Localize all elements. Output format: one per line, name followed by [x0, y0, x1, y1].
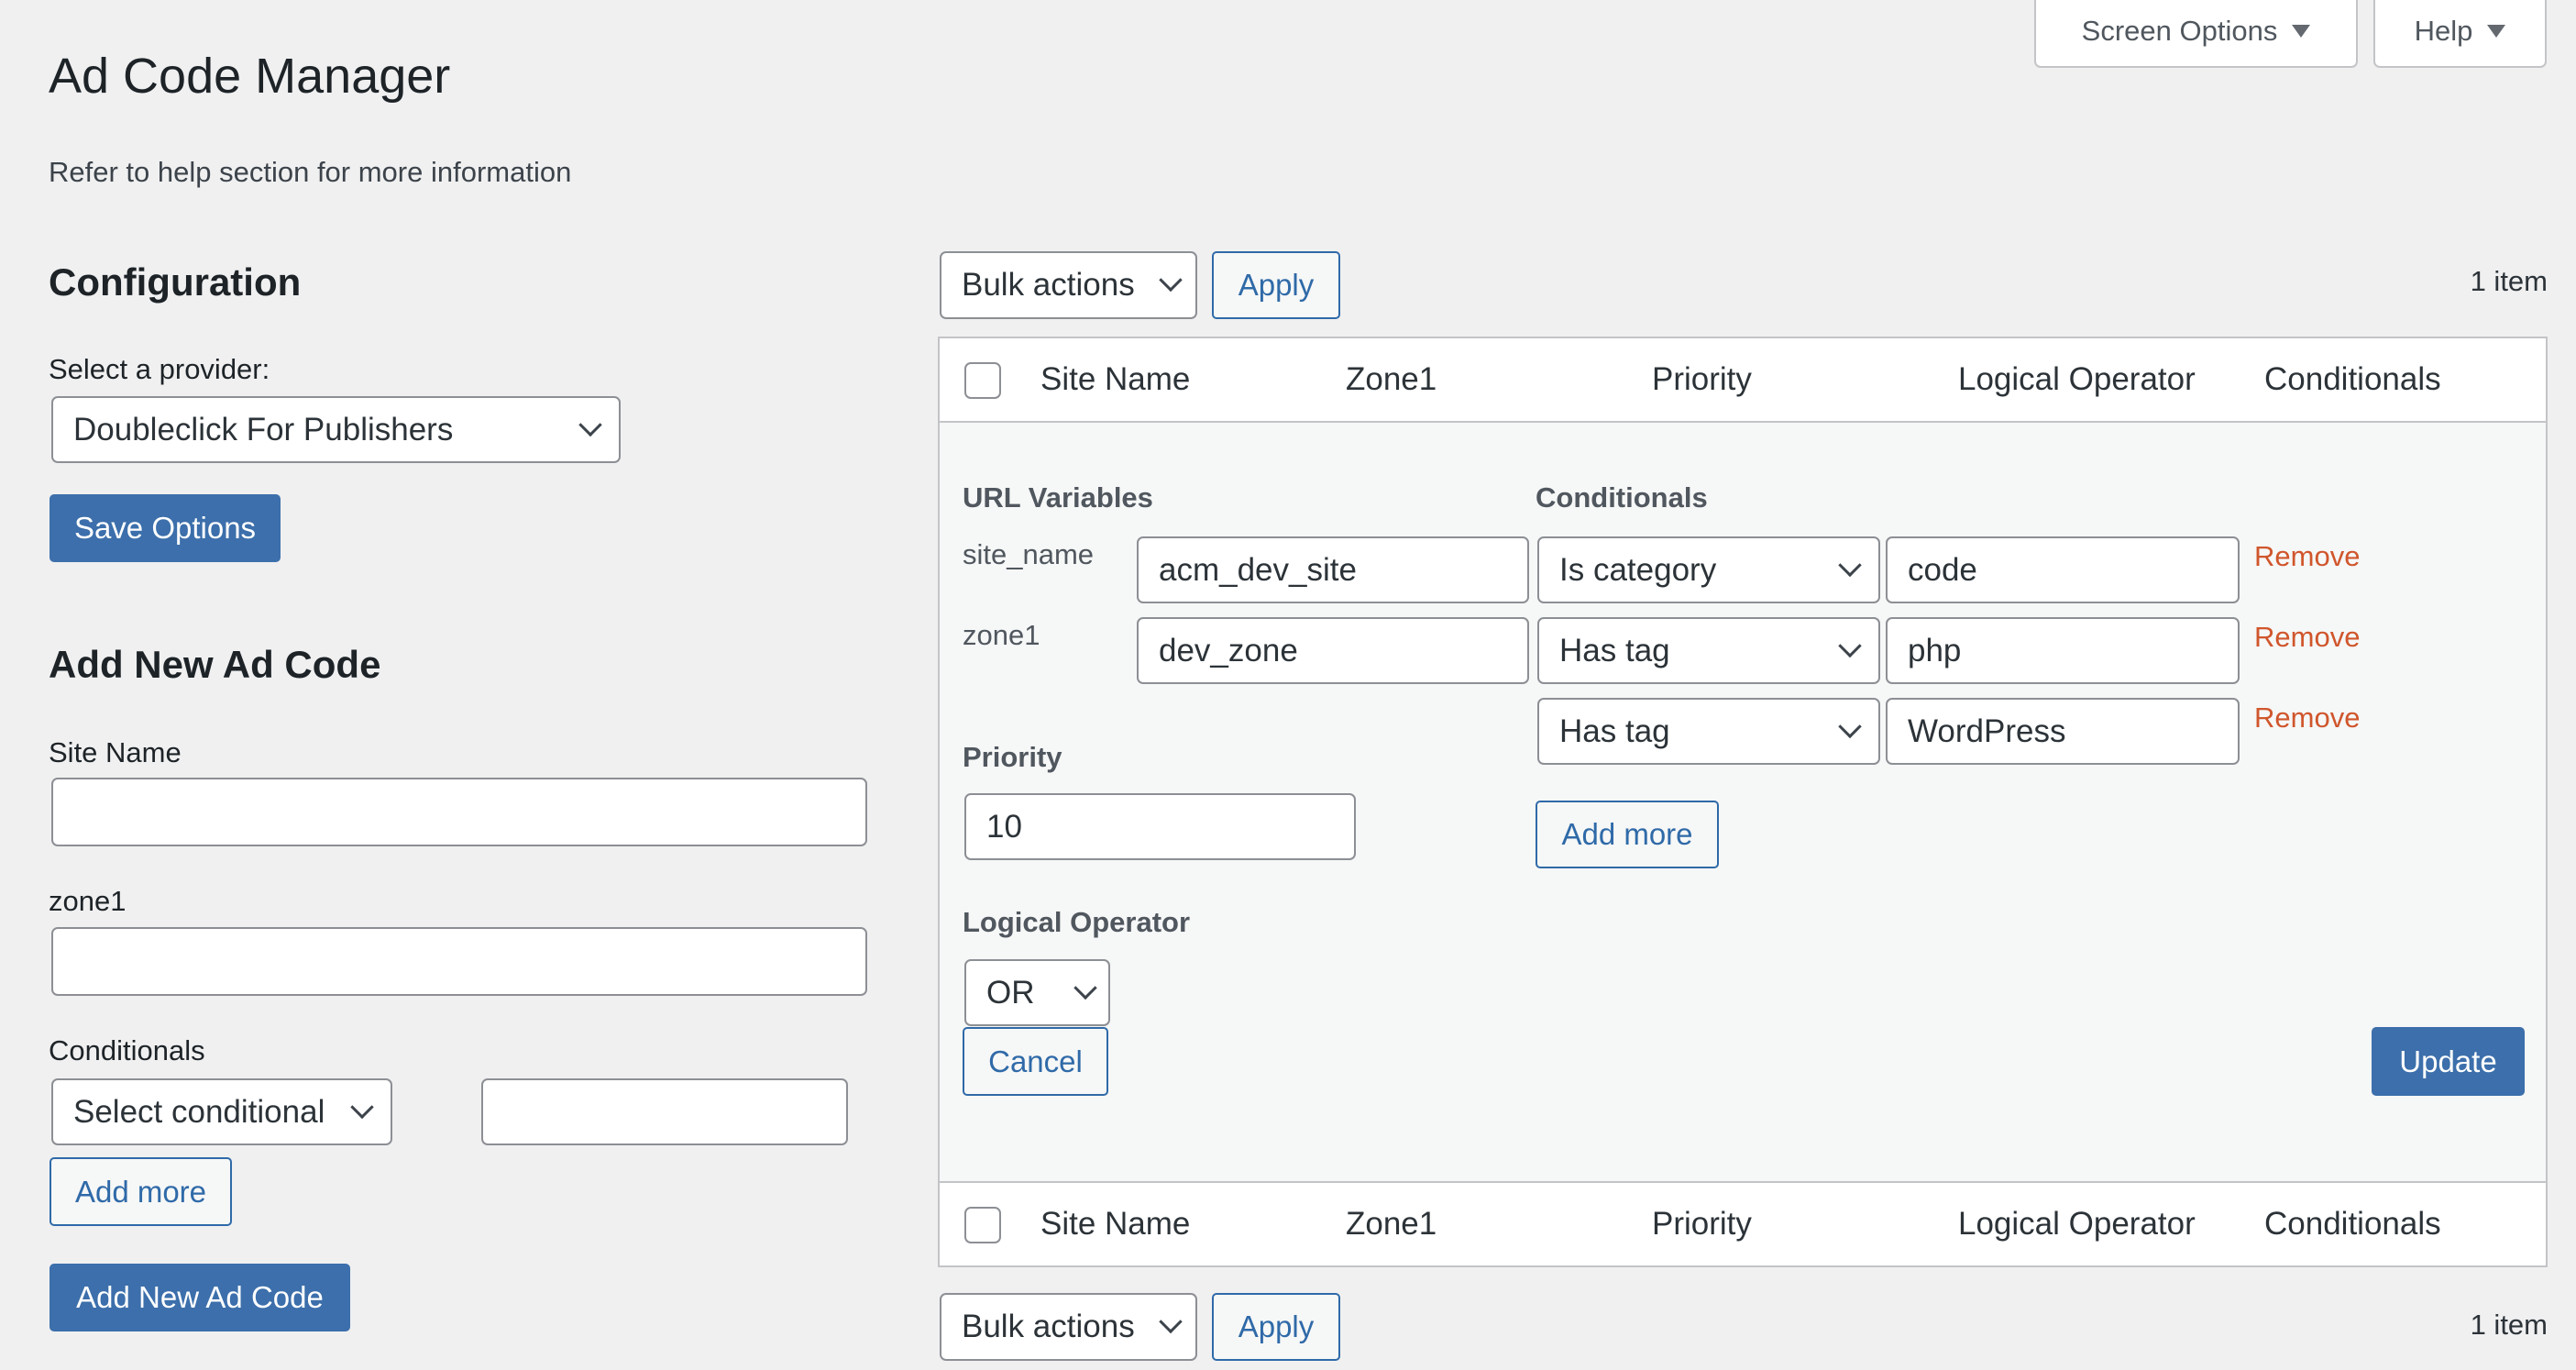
chevron-down-icon: [1838, 553, 1862, 577]
help-label: Help: [2414, 15, 2473, 47]
bulk-actions-value: Bulk actions: [962, 267, 1135, 303]
url-variable-label: site_name: [963, 538, 1095, 570]
url-variables-heading: URL Variables: [963, 481, 1153, 514]
configuration-heading: Configuration: [49, 260, 302, 304]
column-logical-operator[interactable]: Logical Operator: [1958, 338, 2196, 421]
inline-edit-row: URL Variables site_name acm_dev_site zon…: [940, 423, 2546, 1183]
conditional-select[interactable]: Select conditional: [51, 1078, 392, 1145]
conditional-function-value: Is category: [1559, 551, 1717, 588]
logical-operator-select[interactable]: OR: [964, 959, 1110, 1026]
provider-select[interactable]: Doubleclick For Publishers: [51, 396, 621, 463]
chevron-down-icon: [350, 1095, 374, 1119]
column-site-name[interactable]: Site Name: [1040, 338, 1190, 421]
page-description: Refer to help section for more informati…: [49, 156, 572, 188]
priority-input[interactable]: 10: [964, 793, 1356, 860]
conditional-argument-input[interactable]: WordPress: [1886, 698, 2240, 765]
provider-select-value: Doubleclick For Publishers: [73, 411, 454, 447]
zone1-edit-input[interactable]: dev_zone: [1137, 617, 1529, 684]
triangle-down-icon: [2487, 25, 2506, 38]
chevron-down-icon: [1838, 714, 1862, 738]
help-button[interactable]: Help: [2373, 0, 2547, 68]
site-name-input[interactable]: [51, 778, 867, 846]
column-logical-operator[interactable]: Logical Operator: [1958, 1183, 2196, 1265]
zone1-input[interactable]: [51, 927, 867, 996]
column-zone1[interactable]: Zone1: [1346, 338, 1437, 421]
conditional-function-select[interactable]: Has tag: [1537, 698, 1880, 765]
item-count-top: 1 item: [2470, 265, 2548, 297]
column-conditionals[interactable]: Conditionals: [2264, 338, 2441, 421]
conditional-argument-input[interactable]: code: [1886, 536, 2240, 603]
screen-options-button[interactable]: Screen Options: [2034, 0, 2358, 68]
chevron-down-icon: [1159, 268, 1183, 293]
conditional-function-value: Has tag: [1559, 632, 1670, 668]
apply-button-bottom[interactable]: Apply: [1212, 1293, 1340, 1361]
column-priority[interactable]: Priority: [1652, 1183, 1752, 1265]
site-name-edit-input[interactable]: acm_dev_site: [1137, 536, 1529, 603]
conditionals-label: Conditionals: [49, 1034, 205, 1066]
select-all-checkbox-top[interactable]: [964, 362, 1001, 399]
conditional-function-select[interactable]: Has tag: [1537, 617, 1880, 684]
save-options-button[interactable]: Save Options: [50, 494, 281, 562]
column-priority[interactable]: Priority: [1652, 338, 1752, 421]
zone1-label: zone1: [49, 885, 127, 917]
logical-operator-value: OR: [986, 974, 1035, 1011]
chevron-down-icon: [578, 413, 602, 436]
table-footer: Site Name Zone1 Priority Logical Operato…: [940, 1181, 2546, 1265]
add-more-conditional-edit-button[interactable]: Add more: [1536, 801, 1719, 868]
remove-conditional-link[interactable]: Remove: [2254, 540, 2360, 573]
url-variable-label: zone1: [963, 619, 1040, 651]
priority-heading: Priority: [963, 741, 1062, 773]
conditional-select-value: Select conditional: [73, 1093, 325, 1130]
apply-button-top[interactable]: Apply: [1212, 251, 1340, 319]
provider-label: Select a provider:: [49, 353, 270, 385]
page-title: Ad Code Manager: [49, 49, 451, 104]
remove-conditional-link[interactable]: Remove: [2254, 621, 2360, 654]
conditional-function-select[interactable]: Is category: [1537, 536, 1880, 603]
bulk-actions-value: Bulk actions: [962, 1309, 1135, 1344]
add-more-conditional-button[interactable]: Add more: [50, 1157, 232, 1226]
logical-operator-heading: Logical Operator: [963, 906, 1191, 938]
chevron-down-icon: [1073, 976, 1097, 1000]
remove-conditional-link[interactable]: Remove: [2254, 702, 2360, 735]
column-conditionals[interactable]: Conditionals: [2264, 1183, 2441, 1265]
chevron-down-icon: [1159, 1309, 1183, 1334]
table-header: Site Name Zone1 Priority Logical Operato…: [940, 338, 2546, 423]
ad-codes-table: Site Name Zone1 Priority Logical Operato…: [938, 337, 2548, 1267]
column-zone1[interactable]: Zone1: [1346, 1183, 1437, 1265]
bulk-actions-select-top[interactable]: Bulk actions: [940, 251, 1197, 319]
conditional-argument-input[interactable]: php: [1886, 617, 2240, 684]
update-button[interactable]: Update: [2372, 1027, 2525, 1096]
add-new-ad-code-button[interactable]: Add New Ad Code: [50, 1264, 350, 1331]
screen-options-label: Screen Options: [2081, 15, 2278, 47]
column-site-name[interactable]: Site Name: [1040, 1183, 1190, 1265]
select-all-checkbox-bottom[interactable]: [964, 1207, 1001, 1243]
conditional-function-value: Has tag: [1559, 713, 1670, 749]
site-name-label: Site Name: [49, 736, 182, 768]
chevron-down-icon: [1838, 634, 1862, 657]
triangle-down-icon: [2292, 25, 2311, 38]
item-count-bottom: 1 item: [2470, 1309, 2548, 1341]
conditional-argument-input[interactable]: [481, 1078, 848, 1145]
cancel-button[interactable]: Cancel: [963, 1027, 1108, 1096]
add-new-heading: Add New Ad Code: [49, 643, 381, 686]
conditionals-heading: Conditionals: [1536, 481, 1708, 514]
bulk-actions-select-bottom[interactable]: Bulk actions: [940, 1293, 1197, 1361]
